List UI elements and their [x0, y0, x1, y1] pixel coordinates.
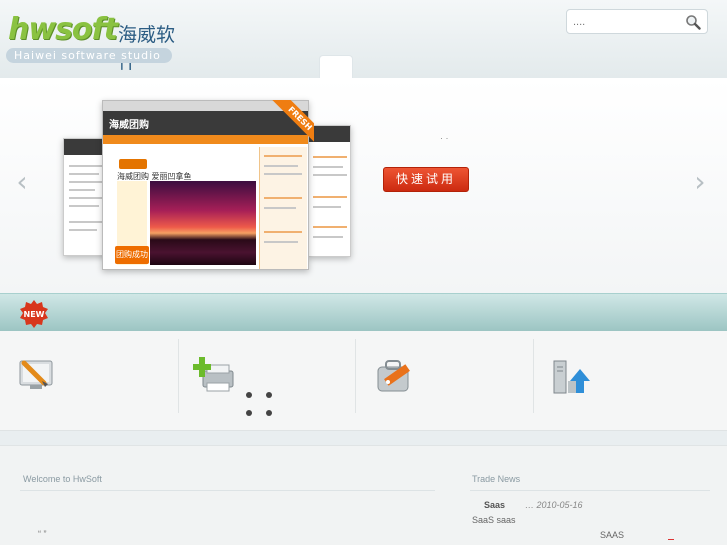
logo-wordmark: hwsoft	[8, 12, 118, 47]
news-item-summary: SaaS saas	[472, 515, 516, 525]
toolbox-tag-icon	[377, 360, 410, 392]
news-item-extra: SAAS	[600, 530, 625, 540]
header-tab	[319, 55, 353, 79]
mockup-sunset-photo	[150, 181, 256, 265]
mockup-success-tag: 团购成功	[115, 246, 149, 264]
feature-item-1[interactable]	[0, 337, 178, 415]
trade-news-rule	[470, 490, 710, 491]
new-badge-icon: NEW	[20, 300, 48, 328]
next-slide-arrow-icon[interactable]: ›	[690, 168, 710, 196]
search-icon[interactable]	[685, 14, 701, 30]
feature-item-3[interactable]	[356, 337, 534, 415]
feature-item-2[interactable]	[179, 337, 357, 418]
mockup-sidebar	[259, 147, 307, 269]
logo-chinese-name: 海威软件	[118, 24, 176, 73]
fresh-ribbon-label: FRESH	[267, 100, 314, 148]
prev-slide-arrow-icon[interactable]: ‹	[12, 168, 32, 196]
welcome-text: “ ”	[38, 529, 47, 539]
banner-slider: ‹ › 海威团购 海威团购 爱丽凹拿鱼 团购成功 FRESH · · 快速试用	[0, 78, 727, 293]
server-upload-icon	[553, 360, 590, 394]
mockup-buy-button	[119, 159, 147, 169]
quick-trial-button[interactable]: 快速试用	[383, 167, 469, 192]
mockup-site-title: 海威团购	[109, 120, 149, 131]
trade-news-heading: Trade News	[472, 474, 521, 484]
header: hwsoft 海威软件 Haiwei software studio	[0, 0, 727, 79]
news-marker	[668, 539, 674, 540]
mockup-right-header	[309, 126, 350, 142]
section-divider	[0, 293, 727, 331]
news-item-date: … 2010-05-16	[525, 500, 583, 510]
welcome-heading: Welcome to HwSoft	[23, 474, 102, 484]
search-input[interactable]	[573, 13, 681, 31]
search-box	[566, 9, 708, 34]
bottom-section: Welcome to HwSoft “ ” Trade News Saas … …	[0, 445, 727, 545]
new-badge-label: NEW	[24, 310, 45, 319]
logo-tagline: Haiwei software studio	[6, 48, 172, 63]
feature-item-4[interactable]	[534, 337, 712, 415]
news-item-title[interactable]: Saas	[484, 500, 505, 510]
feature-row	[0, 331, 727, 431]
welcome-rule	[20, 490, 435, 491]
printer-add-icon	[193, 357, 234, 392]
dots-icon	[246, 392, 272, 418]
monitor-pencil-icon	[19, 360, 53, 389]
logo[interactable]: hwsoft 海威软件 Haiwei software studio	[6, 6, 176, 73]
fresh-ribbon: FRESH	[266, 100, 314, 148]
slide-dots: · ·	[440, 133, 449, 143]
mockup-page-right	[308, 125, 351, 257]
